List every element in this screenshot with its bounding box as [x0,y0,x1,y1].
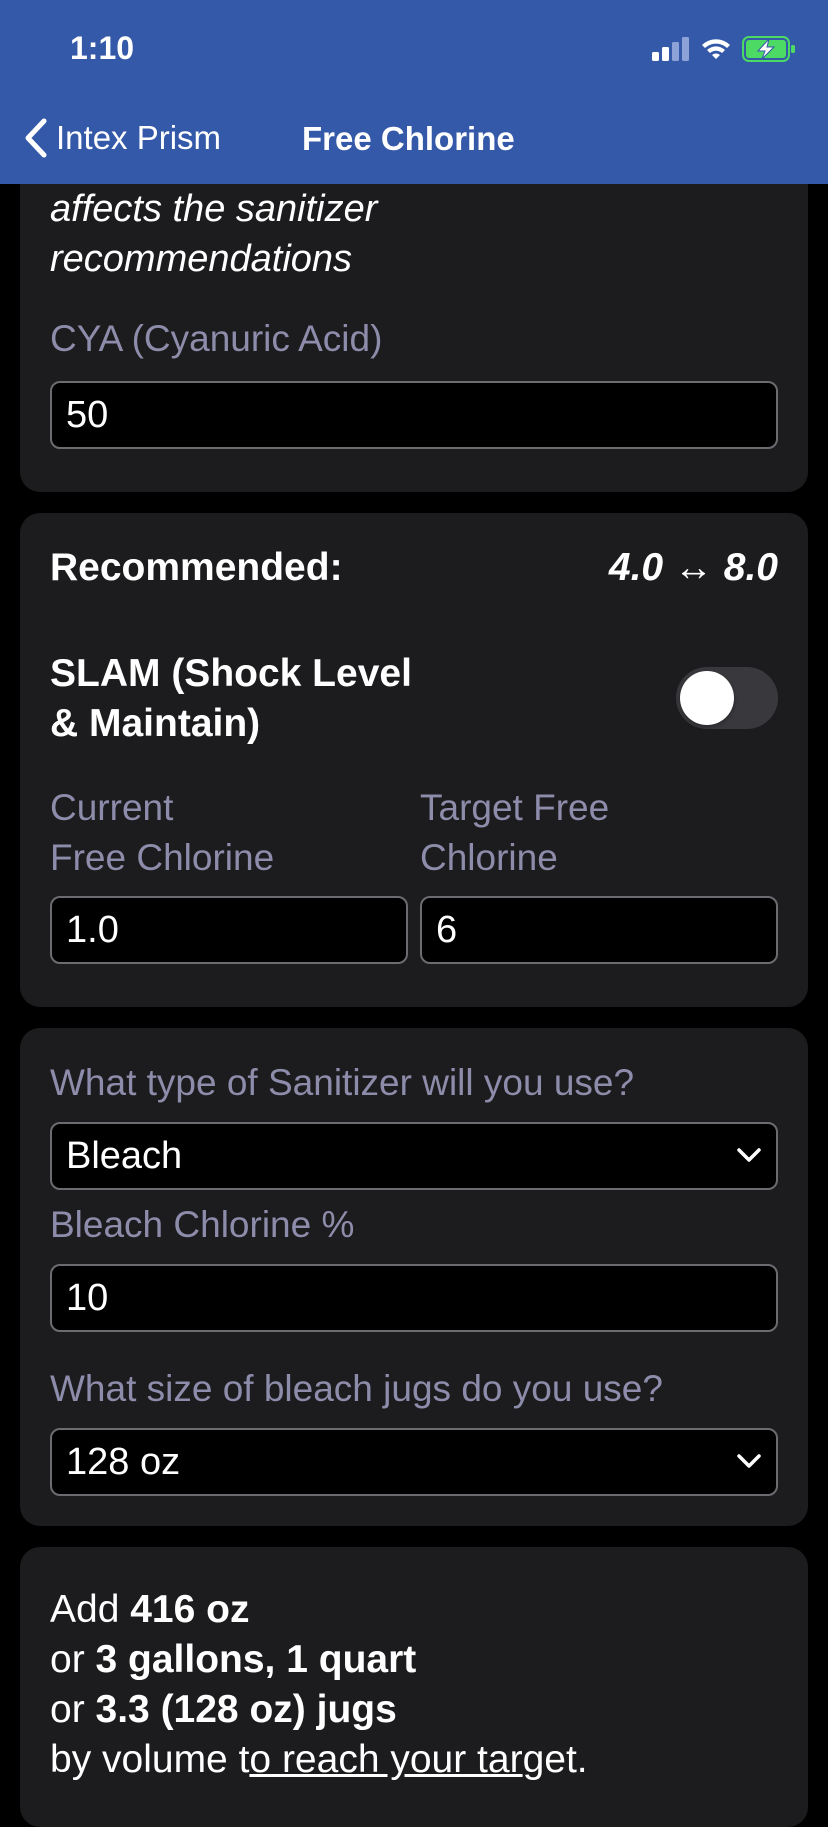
toggle-knob [680,671,734,725]
sanitizer-type-select[interactable]: Bleach [50,1122,778,1190]
back-chevron-icon [25,118,47,158]
bleach-strength-label: Bleach Chlorine % [50,1204,355,1245]
result-line-3: or 3.3 (128 oz) jugs [50,1685,588,1735]
target-chlorine-label-line1: Target Free [420,787,610,828]
result-line-3-prefix: or [50,1688,96,1731]
result-line-2-prefix: or [50,1638,96,1681]
cya-input[interactable]: 50 [50,381,778,449]
result-line-1: Add 416 oz [50,1585,588,1635]
battery-charging-icon [742,36,795,62]
cya-label: CYA (Cyanuric Acid) [50,318,383,359]
back-button[interactable]: Intex Prism [24,118,221,158]
result-text: Add 416 oz or 3 gallons, 1 quart or 3.3 … [50,1585,588,1785]
bleach-strength-input[interactable]: 10 [50,1264,778,1332]
slam-label-line1: SLAM (Shock Level [50,652,412,695]
status-icons [652,36,796,62]
status-time: 1:10 [70,30,135,66]
back-button-label: Intex Prism [56,119,222,156]
current-chlorine-label-line1: Current [50,787,174,828]
result-link[interactable]: o reach your tar [249,1738,522,1781]
jug-size-value: 128 oz [66,1440,181,1483]
result-line-4: by volume to reach your target. [50,1735,588,1785]
target-chlorine-label-line2: Chlorine [420,837,558,878]
recommended-range: 4.0 ↔ 8.0 [608,546,778,589]
page-title: Free Chlorine [302,120,515,157]
jug-size-select[interactable]: 128 oz [50,1428,778,1496]
chlorine-card: Recommended: 4.0 ↔ 8.0 SLAM (Shock Level… [20,513,808,1007]
result-line-2: or 3 gallons, 1 quart [50,1635,588,1685]
result-line-4-suffix: get. [522,1738,588,1781]
chevron-down-icon [737,1454,761,1468]
intro-text-line1: affects the sanitizer [50,188,378,230]
result-line-1-prefix: Add [50,1588,131,1631]
header-bar: 1:10 Intex Prism Free Chlorine [0,0,828,184]
result-amount-jugs: 3.3 (128 oz) jugs [95,1688,397,1731]
chevron-down-icon [737,1148,761,1162]
current-chlorine-label-line2: Free Chlorine [50,837,275,878]
result-line-4-prefix: by volume t [50,1738,250,1781]
jug-size-label: What size of bleach jugs do you use? [50,1368,663,1409]
wifi-icon [702,39,730,59]
sanitizer-type-value: Bleach [66,1134,183,1177]
result-amount-oz: 416 oz [130,1588,250,1631]
result-card: Add 416 oz or 3 gallons, 1 quart or 3.3 … [20,1547,808,1827]
slam-label-line2: & Maintain) [50,702,261,745]
intro-text-line2: recommendations [50,238,353,280]
current-chlorine-input[interactable]: 1.0 [50,896,408,964]
slam-toggle[interactable] [676,667,778,729]
sanitizer-type-label: What type of Sanitizer will you use? [50,1062,635,1103]
signal-icon [652,37,689,61]
cya-card: affects the sanitizer recommendations CY… [20,150,808,492]
sanitizer-card: What type of Sanitizer will you use? Ble… [20,1028,808,1526]
result-amount-gallons: 3 gallons, 1 quart [95,1638,417,1681]
target-chlorine-input[interactable]: 6 [420,896,778,964]
recommended-label: Recommended: [50,546,343,589]
